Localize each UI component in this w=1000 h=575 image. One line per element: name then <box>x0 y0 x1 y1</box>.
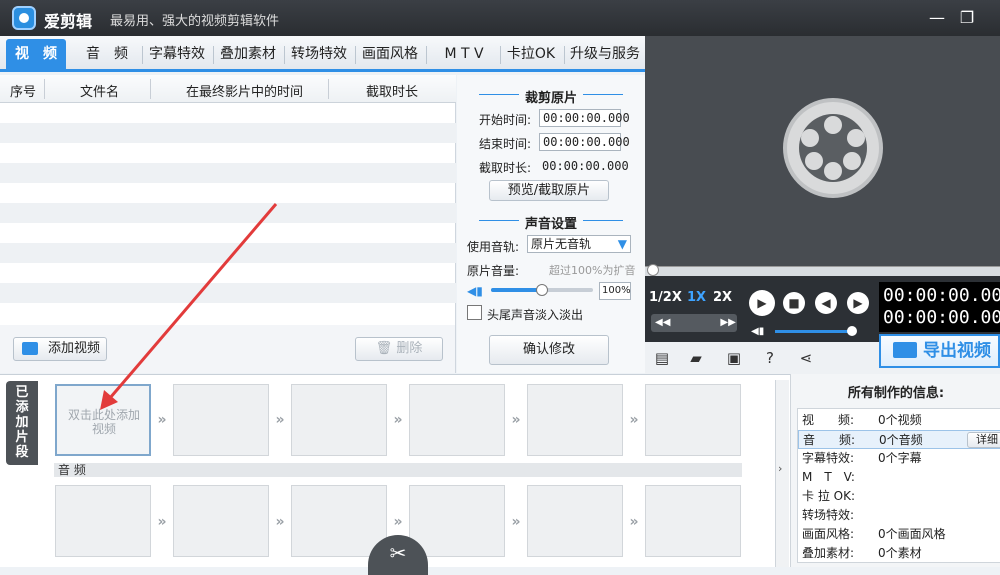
info-row-audio[interactable]: 音 频: 0个音频 详细 <box>798 430 1000 449</box>
info-row-overlay: 叠加素材: 0个素材 <box>802 546 922 560</box>
info-row-video: 视 频: 0个视频 <box>802 413 922 427</box>
info-row-karaoke: 卡 拉 OK: <box>802 489 855 503</box>
info-panel-title: 所有制作的信息: <box>847 386 945 401</box>
detail-button[interactable]: 详细 <box>967 432 1000 448</box>
info-list: 视 频: 0个视频 音 频: 0个音频 详细 字幕特效: 0个字幕 M T V:… <box>797 408 1000 563</box>
annotation-arrow-line <box>108 203 278 399</box>
info-row-picture-style: 画面风格: 0个画面风格 <box>802 527 946 541</box>
info-row-mtv: M T V: <box>802 470 855 484</box>
info-row-transitions: 转场特效: <box>802 508 855 522</box>
project-info-panel: 所有制作的信息: 视 频: 0个视频 音 频: 0个音频 详细 字幕特效: 0个… <box>790 374 1000 567</box>
info-row-subtitles: 字幕特效: 0个字幕 <box>802 451 922 465</box>
